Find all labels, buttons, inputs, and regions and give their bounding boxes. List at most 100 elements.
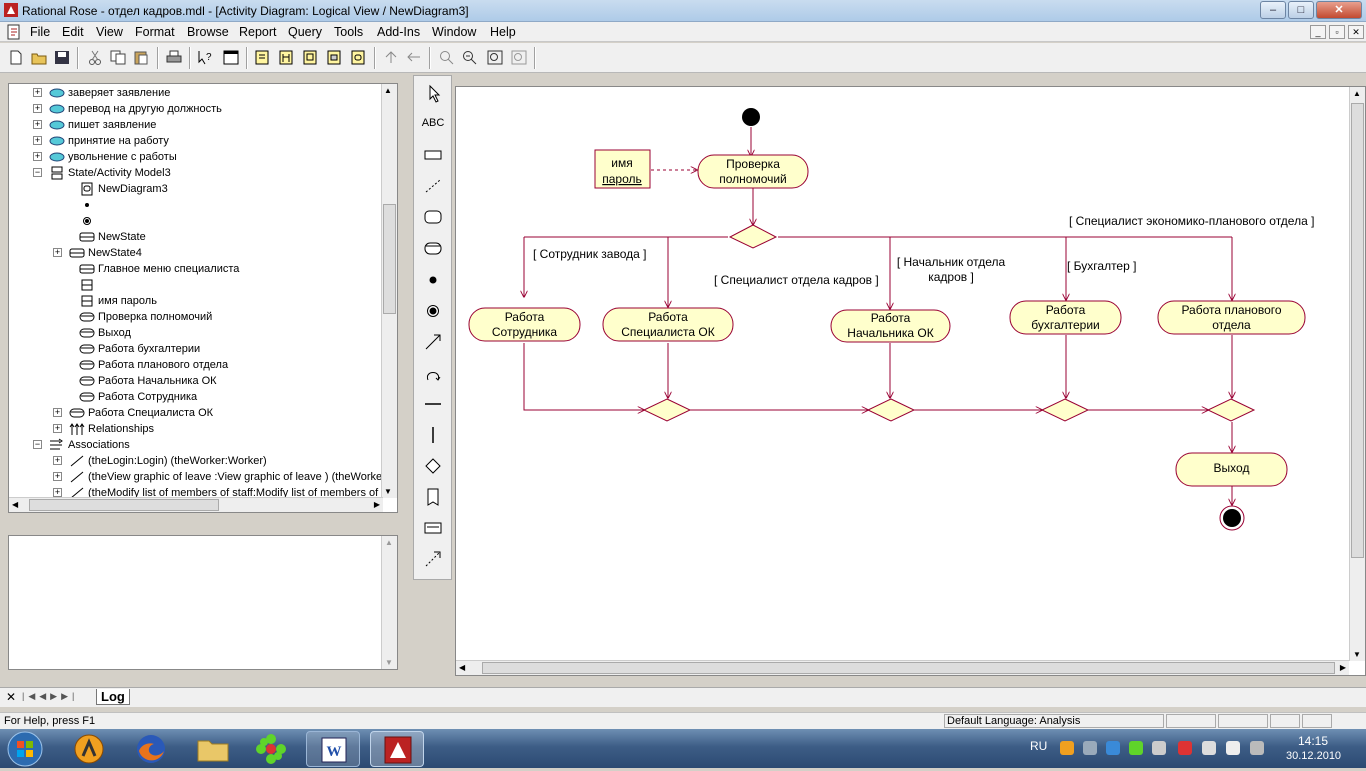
scroll-down-icon[interactable]: ▼ <box>1353 650 1361 659</box>
browse-component-diagram-icon[interactable] <box>301 49 319 66</box>
expand-icon[interactable]: + <box>33 136 42 145</box>
menu-edit[interactable]: Edit <box>62 25 84 39</box>
tray-volume-icon[interactable] <box>1083 741 1097 755</box>
note-tool-icon[interactable] <box>420 142 446 168</box>
documentation-scrollbar[interactable]: ▲ ▼ <box>381 536 397 669</box>
cut-icon[interactable] <box>86 49 104 66</box>
zoom-out-icon[interactable] <box>461 49 479 66</box>
tray-speaker-icon[interactable] <box>1250 741 1264 755</box>
mdi-minimize-button[interactable]: _ <box>1310 25 1326 39</box>
tray-usb-icon[interactable] <box>1226 741 1240 755</box>
copy-icon[interactable] <box>109 49 127 66</box>
transition-worker-merge[interactable] <box>523 343 644 410</box>
maximize-button[interactable]: □ <box>1288 1 1314 19</box>
menu-query[interactable]: Query <box>288 25 322 39</box>
tab-log[interactable]: Log <box>96 689 130 705</box>
tray-icq-icon[interactable] <box>1129 741 1143 755</box>
self-transition-tool-icon[interactable] <box>420 360 446 386</box>
scroll-left-icon[interactable]: ◀ <box>459 663 465 672</box>
expand-icon[interactable]: + <box>33 152 42 161</box>
scroll-up-icon[interactable]: ▲ <box>1353 89 1361 98</box>
zoom-in-icon[interactable] <box>438 49 456 66</box>
text-tool[interactable]: ABC <box>420 110 446 136</box>
taskbar-avast-icon[interactable] <box>62 731 116 767</box>
expand-icon[interactable]: + <box>53 408 62 417</box>
anchor-note-tool-icon[interactable] <box>420 173 446 199</box>
browser-vertical-scrollbar[interactable]: ▲ ▼ <box>381 84 397 498</box>
browse-state-diagram-icon[interactable] <box>349 49 367 66</box>
browser-hscroll-thumb[interactable] <box>29 499 219 511</box>
mdi-restore-button[interactable]: ▫ <box>1329 25 1345 39</box>
expand-icon[interactable]: + <box>53 472 62 481</box>
menu-tools[interactable]: Tools <box>334 25 363 39</box>
diagram-vertical-scrollbar[interactable]: ▲ ▼ <box>1349 87 1365 661</box>
minimize-button[interactable]: – <box>1260 1 1286 19</box>
save-icon[interactable] <box>53 49 71 66</box>
horizontal-sync-tool-icon[interactable] <box>420 391 446 417</box>
activity-diagram[interactable]: имя пароль Проверка полномочий [ Сотрудн… <box>456 87 1365 675</box>
undo-fit-icon[interactable] <box>510 49 528 66</box>
browse-deployment-diagram-icon[interactable] <box>325 49 343 66</box>
start-button-icon[interactable] <box>6 730 44 768</box>
tray-device-icon[interactable] <box>1152 741 1166 755</box>
context-help-icon[interactable]: ? <box>197 49 215 66</box>
browse-class-diagram-icon[interactable] <box>253 49 271 66</box>
expand-icon[interactable]: + <box>53 248 62 257</box>
document-icon[interactable] <box>6 24 22 40</box>
menu-view[interactable]: View <box>96 25 123 39</box>
diagram-window[interactable]: имя пароль Проверка полномочий [ Сотрудн… <box>455 86 1366 676</box>
merge-1[interactable] <box>642 398 692 422</box>
start-state[interactable] <box>742 108 760 126</box>
expand-icon[interactable]: + <box>33 120 42 129</box>
end-state-tool-icon[interactable] <box>420 298 446 324</box>
merge-4[interactable] <box>1206 398 1256 422</box>
expand-icon[interactable]: + <box>53 456 62 465</box>
taskbar-explorer-icon[interactable] <box>186 731 240 767</box>
tray-update-icon[interactable] <box>1178 741 1192 755</box>
browse-parent-icon[interactable] <box>382 49 400 66</box>
merge-2[interactable] <box>866 398 916 422</box>
documentation-window[interactable]: ▲ ▼ <box>8 535 398 670</box>
log-nav-icons[interactable]: |◀◀▶▶| <box>22 691 78 702</box>
expand-icon[interactable]: + <box>53 424 62 433</box>
language-indicator[interactable]: RU <box>1030 739 1047 753</box>
browser-horizontal-scrollbar[interactable]: ◀ ▶ <box>9 497 383 512</box>
decision-role[interactable] <box>728 224 778 249</box>
state-tool-icon[interactable] <box>420 204 446 230</box>
expand-icon[interactable]: + <box>33 88 42 97</box>
browser-scroll-thumb[interactable] <box>383 204 396 314</box>
tray-avast-icon[interactable] <box>1060 741 1074 755</box>
menu-window[interactable]: Window <box>432 25 476 39</box>
menu-add-ins[interactable]: Add-Ins <box>377 25 420 39</box>
menu-help[interactable]: Help <box>490 25 516 39</box>
menu-file[interactable]: File <box>30 25 50 39</box>
taskbar-word-icon[interactable]: W <box>306 731 360 767</box>
new-icon[interactable] <box>7 49 25 66</box>
scroll-up-icon[interactable]: ▲ <box>385 538 393 547</box>
expand-icon[interactable]: + <box>33 104 42 113</box>
open-icon[interactable] <box>30 49 48 66</box>
tray-signal-icon[interactable] <box>1202 741 1216 755</box>
taskbar-rational-rose-icon[interactable] <box>370 731 424 767</box>
selection-tool-icon[interactable] <box>420 80 446 106</box>
scroll-up-icon[interactable]: ▲ <box>384 86 392 95</box>
taskbar-firefox-icon[interactable] <box>124 731 178 767</box>
merge-3[interactable] <box>1040 398 1090 422</box>
menu-format[interactable]: Format <box>135 25 175 39</box>
vertical-sync-tool-icon[interactable] <box>420 422 446 448</box>
browse-interaction-diagram-icon[interactable] <box>277 49 295 66</box>
close-log-icon[interactable]: ✕ <box>6 690 16 704</box>
scroll-down-icon[interactable]: ▼ <box>385 658 393 667</box>
diagram-vscroll-thumb[interactable] <box>1351 103 1364 558</box>
scroll-right-icon[interactable]: ▶ <box>1340 663 1346 672</box>
diagram-hscroll-thumb[interactable] <box>482 662 1335 674</box>
print-icon[interactable] <box>165 49 183 66</box>
scroll-left-icon[interactable]: ◀ <box>12 500 18 509</box>
collapse-icon[interactable]: − <box>33 440 42 449</box>
view-docs-icon[interactable] <box>222 49 240 66</box>
diagram-horizontal-scrollbar[interactable]: ◀ ▶ <box>456 660 1349 675</box>
swimlane-tool-icon[interactable] <box>420 484 446 510</box>
object-flow-tool-icon[interactable] <box>420 546 446 572</box>
collapse-icon[interactable]: − <box>33 168 42 177</box>
clock-date[interactable]: 30.12.2010 <box>1286 750 1341 762</box>
